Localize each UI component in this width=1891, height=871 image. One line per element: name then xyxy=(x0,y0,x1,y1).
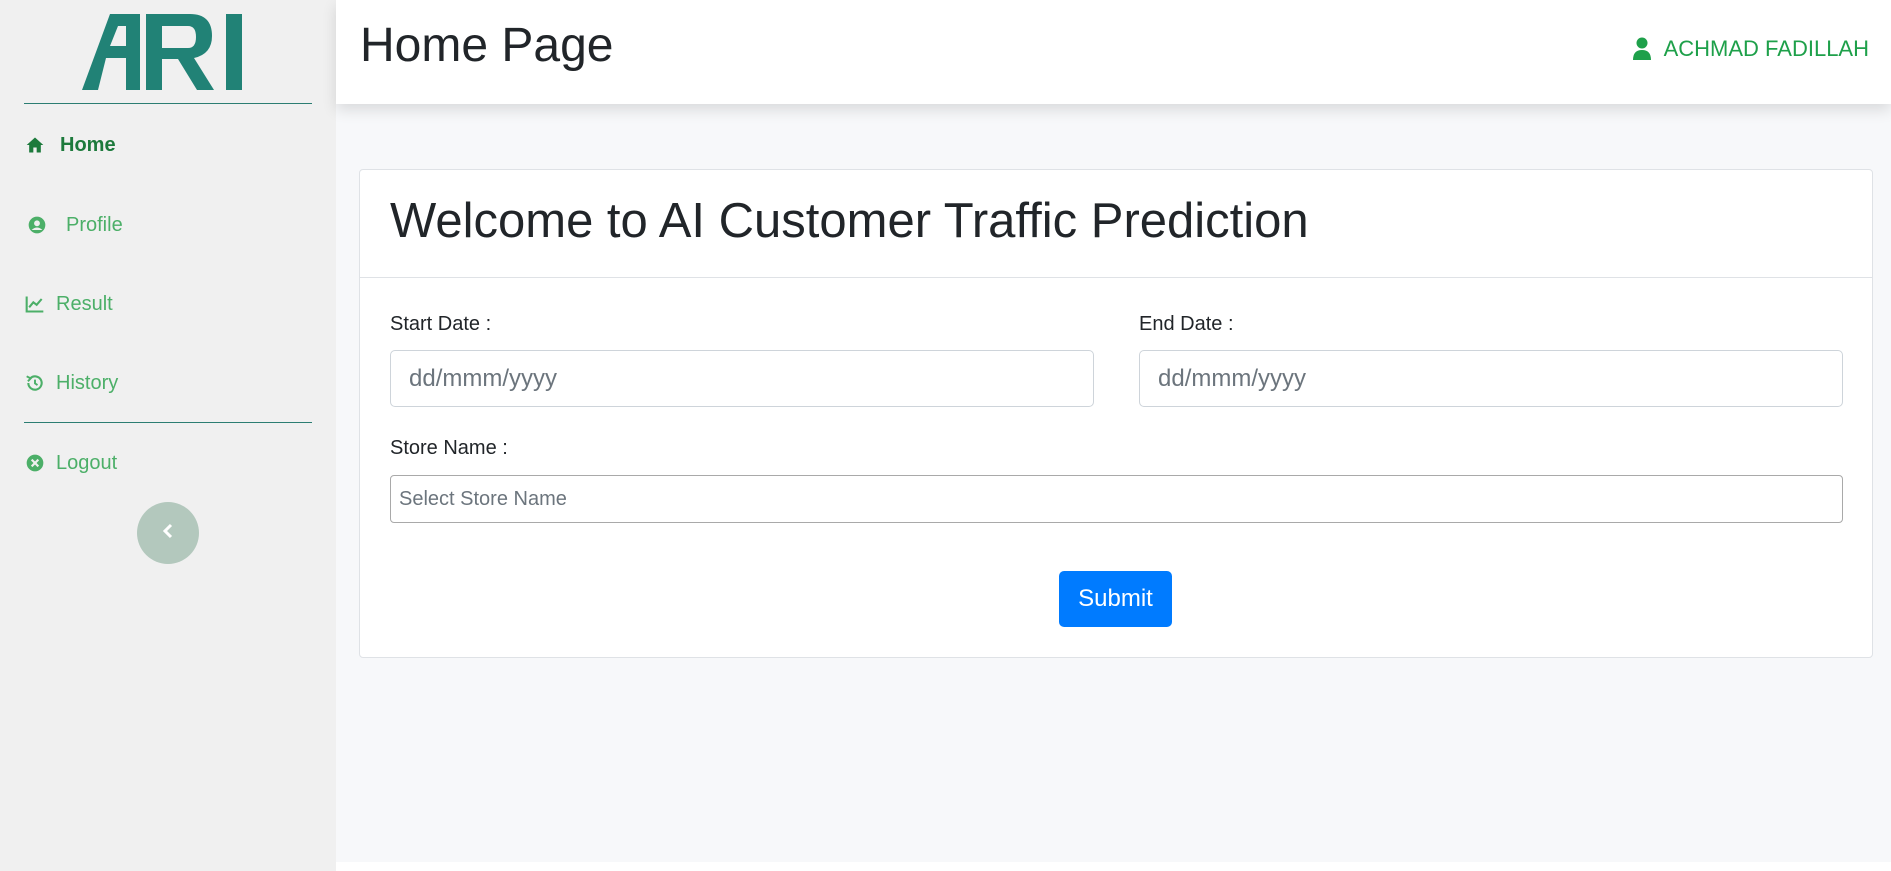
submit-button[interactable]: Submit xyxy=(1059,571,1172,627)
store-name-select[interactable]: Select Store Name xyxy=(390,475,1843,523)
footer-strip xyxy=(336,862,1891,871)
sidebar-item-logout[interactable]: Logout xyxy=(24,448,117,478)
sidebar-divider-top xyxy=(24,103,312,104)
sidebar-collapse-button[interactable] xyxy=(137,502,199,564)
ari-logo-icon xyxy=(82,14,242,90)
sidebar-item-profile[interactable]: Profile xyxy=(26,210,123,240)
start-date-placeholder: dd/mmm/yyyy xyxy=(409,364,558,392)
card-header: Welcome to AI Customer Traffic Predictio… xyxy=(360,170,1872,278)
end-date-input[interactable]: dd/mmm/yyyy xyxy=(1139,350,1843,407)
chevron-left-icon xyxy=(161,523,175,544)
start-date-input[interactable]: dd/mmm/yyyy xyxy=(390,350,1094,407)
user-circle-icon xyxy=(26,214,48,236)
page-title: Home Page xyxy=(360,19,614,72)
user-icon xyxy=(1632,37,1652,61)
store-name-placeholder: Select Store Name xyxy=(399,487,567,510)
home-icon xyxy=(24,134,46,156)
card-title: Welcome to AI Customer Traffic Predictio… xyxy=(390,194,1309,248)
history-icon xyxy=(24,372,46,394)
sidebar-item-label: History xyxy=(56,371,119,394)
sidebar-item-label: Profile xyxy=(66,213,123,236)
sidebar: Home Profile Result History Logout xyxy=(0,0,336,871)
sidebar-item-label: Home xyxy=(60,133,116,156)
sidebar-item-label: Logout xyxy=(56,451,118,474)
user-menu[interactable]: ACHMAD FADILLAH xyxy=(1632,36,1869,62)
sidebar-item-result[interactable]: Result xyxy=(24,289,113,319)
prediction-form-card: Welcome to AI Customer Traffic Predictio… xyxy=(359,169,1873,658)
sidebar-item-history[interactable]: History xyxy=(24,368,118,398)
sidebar-divider-bottom xyxy=(24,422,312,423)
end-date-label: End Date : xyxy=(1139,313,1234,335)
store-name-label: Store Name : xyxy=(390,437,508,459)
chart-line-icon xyxy=(24,293,46,315)
times-circle-icon xyxy=(24,452,46,474)
app-logo xyxy=(80,8,255,96)
top-header: Home Page ACHMAD FADILLAH xyxy=(336,0,1891,104)
sidebar-item-home[interactable]: Home xyxy=(24,130,116,160)
sidebar-item-label: Result xyxy=(56,292,113,315)
end-date-placeholder: dd/mmm/yyyy xyxy=(1158,364,1307,392)
start-date-label: Start Date : xyxy=(390,313,492,335)
user-name: ACHMAD FADILLAH xyxy=(1663,36,1869,61)
